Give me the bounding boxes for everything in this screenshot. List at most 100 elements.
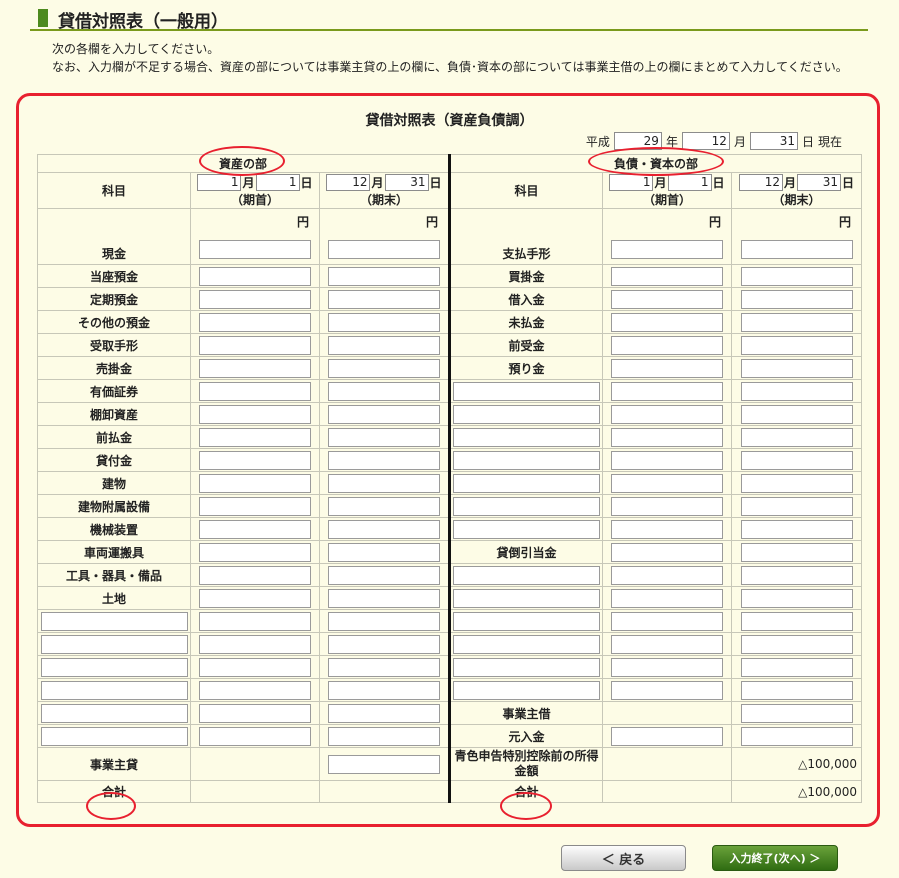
liability-end-input[interactable] (740, 289, 853, 309)
liability-name-input[interactable] (453, 381, 600, 401)
liabilities-start-month-input[interactable]: 1 (609, 173, 654, 191)
asset-start-input[interactable] (199, 266, 311, 286)
assets-end-day-input[interactable]: 31 (384, 173, 429, 191)
liability-end-input[interactable] (740, 496, 853, 516)
asset-end-input[interactable] (328, 240, 440, 259)
asset-start-input[interactable] (199, 427, 311, 447)
asset-name-input[interactable] (40, 657, 188, 677)
liability-start-input[interactable] (611, 565, 723, 585)
liability-start-input[interactable] (611, 312, 723, 332)
liability-start-input[interactable] (611, 726, 723, 746)
liability-start-input[interactable] (611, 266, 723, 286)
liabilities-end-day-input[interactable]: 31 (797, 173, 841, 191)
liability-name-input[interactable] (453, 519, 600, 539)
assets-start-month-input[interactable]: 1 (197, 173, 242, 191)
asset-end-input[interactable] (328, 312, 440, 332)
owner-draw-end-input[interactable] (328, 754, 440, 774)
asset-end-input[interactable] (328, 565, 440, 585)
asset-start-input[interactable] (199, 473, 311, 493)
asset-end-input[interactable] (328, 519, 440, 539)
asset-start-input[interactable] (199, 726, 311, 746)
asset-name-input[interactable] (40, 634, 188, 654)
asset-start-input[interactable] (199, 240, 311, 259)
asset-end-input[interactable] (328, 703, 440, 723)
liability-end-input[interactable] (740, 427, 853, 447)
asset-name-input[interactable] (40, 611, 188, 631)
liability-end-input[interactable] (740, 473, 853, 493)
asset-end-input[interactable] (328, 657, 440, 677)
asset-start-input[interactable] (199, 289, 311, 309)
liability-start-input[interactable] (611, 427, 723, 447)
liability-start-input[interactable] (611, 450, 723, 470)
liability-end-input[interactable] (740, 381, 853, 401)
liability-start-input[interactable] (611, 473, 723, 493)
asset-end-input[interactable] (328, 427, 440, 447)
liability-end-input[interactable] (740, 404, 853, 424)
liability-end-input[interactable] (740, 312, 853, 332)
liability-start-input[interactable] (611, 657, 723, 677)
asset-end-input[interactable] (328, 381, 440, 401)
liability-end-input[interactable] (740, 450, 853, 470)
liability-start-input[interactable] (611, 680, 723, 700)
asset-end-input[interactable] (328, 542, 440, 562)
liability-end-input[interactable] (740, 266, 853, 286)
liability-start-input[interactable] (611, 611, 723, 631)
liability-start-input[interactable] (611, 634, 723, 654)
asset-start-input[interactable] (199, 519, 311, 539)
asset-name-input[interactable] (40, 703, 188, 723)
liability-start-input[interactable] (611, 335, 723, 355)
asset-end-input[interactable] (328, 611, 440, 631)
asset-end-input[interactable] (328, 289, 440, 309)
asset-start-input[interactable] (199, 496, 311, 516)
asset-end-input[interactable] (328, 726, 440, 746)
asset-start-input[interactable] (199, 565, 311, 585)
liability-end-input[interactable] (740, 657, 853, 677)
asset-end-input[interactable] (328, 358, 440, 378)
asset-end-input[interactable] (328, 680, 440, 700)
liability-name-input[interactable] (453, 473, 600, 493)
asset-end-input[interactable] (328, 450, 440, 470)
liability-name-input[interactable] (453, 657, 600, 677)
asset-start-input[interactable] (199, 542, 311, 562)
day-input[interactable]: 31 (749, 132, 798, 150)
liability-end-input[interactable] (740, 335, 853, 355)
liabilities-end-month-input[interactable]: 12 (738, 173, 783, 191)
liability-start-input[interactable] (611, 588, 723, 608)
asset-start-input[interactable] (199, 680, 311, 700)
liability-start-input[interactable] (611, 240, 723, 259)
back-button[interactable]: ＜ 戻る (561, 845, 686, 871)
liability-name-input[interactable] (453, 496, 600, 516)
asset-start-input[interactable] (199, 611, 311, 631)
liability-name-input[interactable] (453, 565, 600, 585)
liabilities-start-day-input[interactable]: 1 (667, 173, 712, 191)
liability-name-input[interactable] (453, 404, 600, 424)
asset-start-input[interactable] (199, 381, 311, 401)
asset-start-input[interactable] (199, 312, 311, 332)
liability-end-input[interactable] (740, 680, 853, 700)
liability-name-input[interactable] (453, 611, 600, 631)
month-input[interactable]: 12 (681, 132, 730, 150)
liability-start-input[interactable] (611, 542, 723, 562)
liability-end-input[interactable] (740, 519, 853, 539)
asset-start-input[interactable] (199, 335, 311, 355)
liability-end-input[interactable] (740, 358, 853, 378)
assets-end-month-input[interactable]: 12 (326, 173, 371, 191)
liability-name-input[interactable] (453, 450, 600, 470)
liability-name-input[interactable] (453, 588, 600, 608)
asset-start-input[interactable] (199, 404, 311, 424)
liability-name-input[interactable] (453, 634, 600, 654)
asset-end-input[interactable] (328, 266, 440, 286)
asset-start-input[interactable] (199, 358, 311, 378)
liability-end-input[interactable] (740, 611, 853, 631)
asset-name-input[interactable] (40, 680, 188, 700)
asset-end-input[interactable] (328, 404, 440, 424)
asset-end-input[interactable] (328, 335, 440, 355)
asset-start-input[interactable] (199, 657, 311, 677)
liability-name-input[interactable] (453, 427, 600, 447)
liability-start-input[interactable] (611, 496, 723, 516)
asset-start-input[interactable] (199, 588, 311, 608)
liability-start-input[interactable] (611, 519, 723, 539)
liability-end-input[interactable] (740, 634, 853, 654)
asset-start-input[interactable] (199, 703, 311, 723)
asset-start-input[interactable] (199, 634, 311, 654)
